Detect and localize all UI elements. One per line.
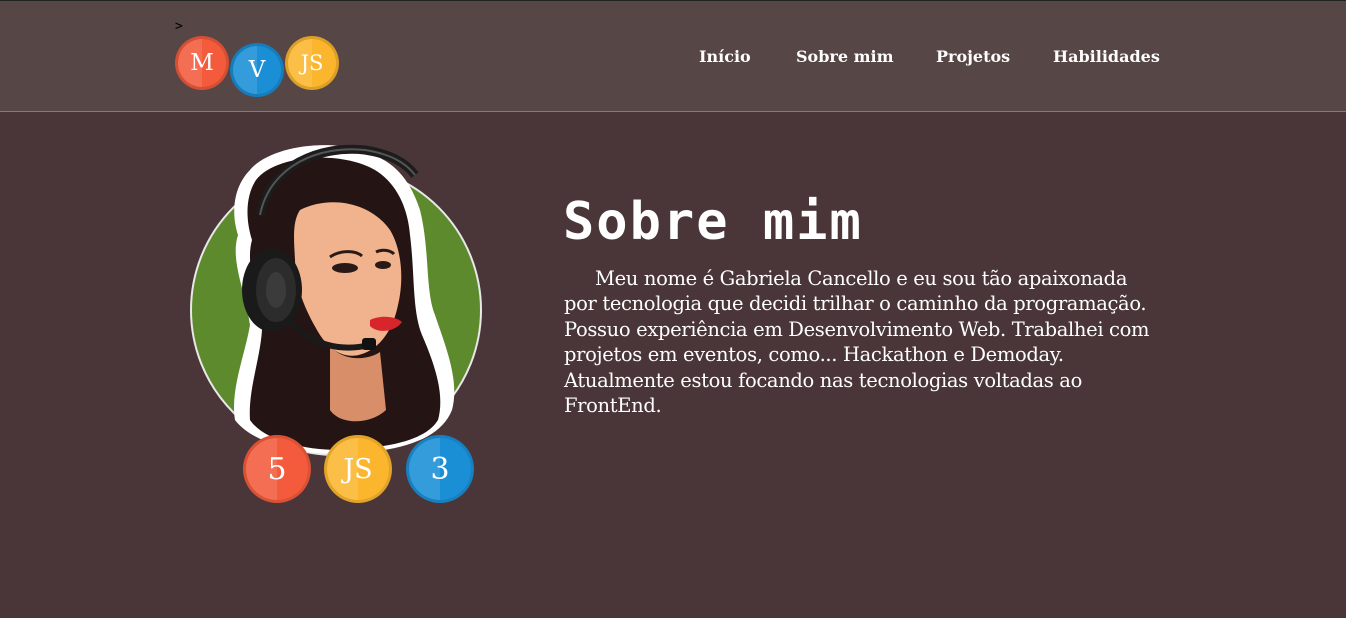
main-nav: Início Sobre mim Projetos Habilidades — [699, 47, 1160, 71]
html5-icon: 5 — [267, 451, 287, 487]
caret-text: > — [175, 19, 183, 34]
skill-badge-html5: 5 — [243, 435, 311, 503]
site-header: > M V JS Início Sobre mim Projetos Habil… — [0, 1, 1346, 112]
about-paragraph: Meu nome é Gabriela Cancello e eu sou tã… — [564, 267, 1150, 418]
avatar: 5 JS 3 — [190, 140, 484, 503]
nav-link-sobre-mim[interactable]: Sobre mim — [796, 47, 894, 66]
page-title: Sobre mim — [563, 192, 863, 252]
javascript-icon: JS — [343, 453, 373, 485]
avatar-illustration — [233, 144, 455, 455]
logo-badge-m: M — [175, 36, 229, 90]
logo-letter-v: V — [248, 57, 266, 83]
logo-letter-m: M — [190, 50, 214, 76]
css3-icon: 3 — [430, 451, 450, 487]
nav-link-habilidades[interactable]: Habilidades — [1053, 47, 1160, 66]
skill-badge-javascript: JS — [324, 435, 392, 503]
nav-link-inicio[interactable]: Início — [699, 47, 751, 66]
logo-letter-js: JS — [300, 51, 324, 75]
nav-link-projetos[interactable]: Projetos — [936, 47, 1010, 66]
skill-badge-css3: 3 — [406, 435, 474, 503]
logo-badge-js: JS — [285, 36, 339, 90]
logo-badge-v: V — [230, 43, 284, 97]
